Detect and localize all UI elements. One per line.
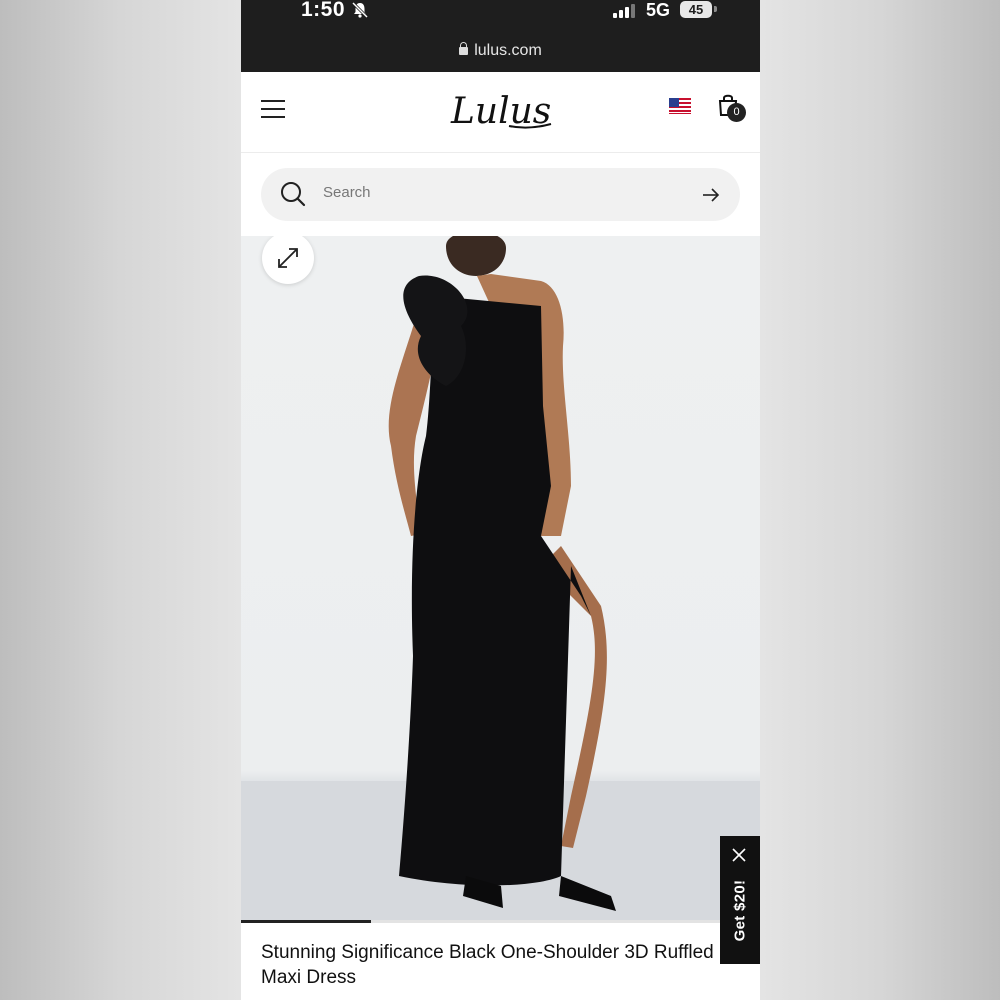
dress-model-illustration — [241, 236, 760, 922]
menu-icon[interactable] — [261, 100, 285, 120]
product-title: Stunning Significance Black One-Shoulder… — [261, 942, 714, 988]
signal-icon — [613, 4, 635, 18]
lulus-logo[interactable]: Lulus — [449, 86, 553, 136]
site-header: Lulus 0 — [241, 72, 760, 153]
lock-icon — [459, 42, 469, 55]
promo-label: Get $20! — [731, 879, 749, 942]
bell-slash-icon — [351, 1, 369, 19]
status-bar: 1:50 5G 45 lulus.com — [241, 0, 760, 72]
close-icon[interactable] — [732, 848, 746, 862]
product-image[interactable] — [241, 236, 760, 922]
us-flag-icon[interactable] — [669, 98, 691, 114]
gallery-progress — [241, 920, 760, 923]
network-type: 5G — [646, 0, 671, 20]
phone-screen: 1:50 5G 45 lulus.com Lulus 0 Search Get … — [241, 0, 760, 1000]
expand-icon — [278, 248, 298, 268]
gallery-progress-fill — [241, 920, 371, 923]
address-bar[interactable]: lulus.com — [241, 42, 760, 60]
battery-indicator: 45 — [680, 1, 712, 18]
svg-text:Lulus: Lulus — [450, 91, 551, 132]
search-section — [241, 153, 760, 236]
url-text: lulus.com — [474, 42, 542, 59]
search-bar[interactable] — [261, 168, 740, 221]
battery-tip — [714, 6, 717, 12]
status-time: 1:50 — [301, 0, 346, 21]
arrow-right-icon[interactable] — [701, 186, 721, 204]
search-icon[interactable] — [279, 180, 307, 208]
cart-count-badge: 0 — [727, 103, 746, 122]
search-input[interactable] — [323, 184, 683, 201]
promo-tab[interactable]: Get $20! — [720, 836, 760, 964]
